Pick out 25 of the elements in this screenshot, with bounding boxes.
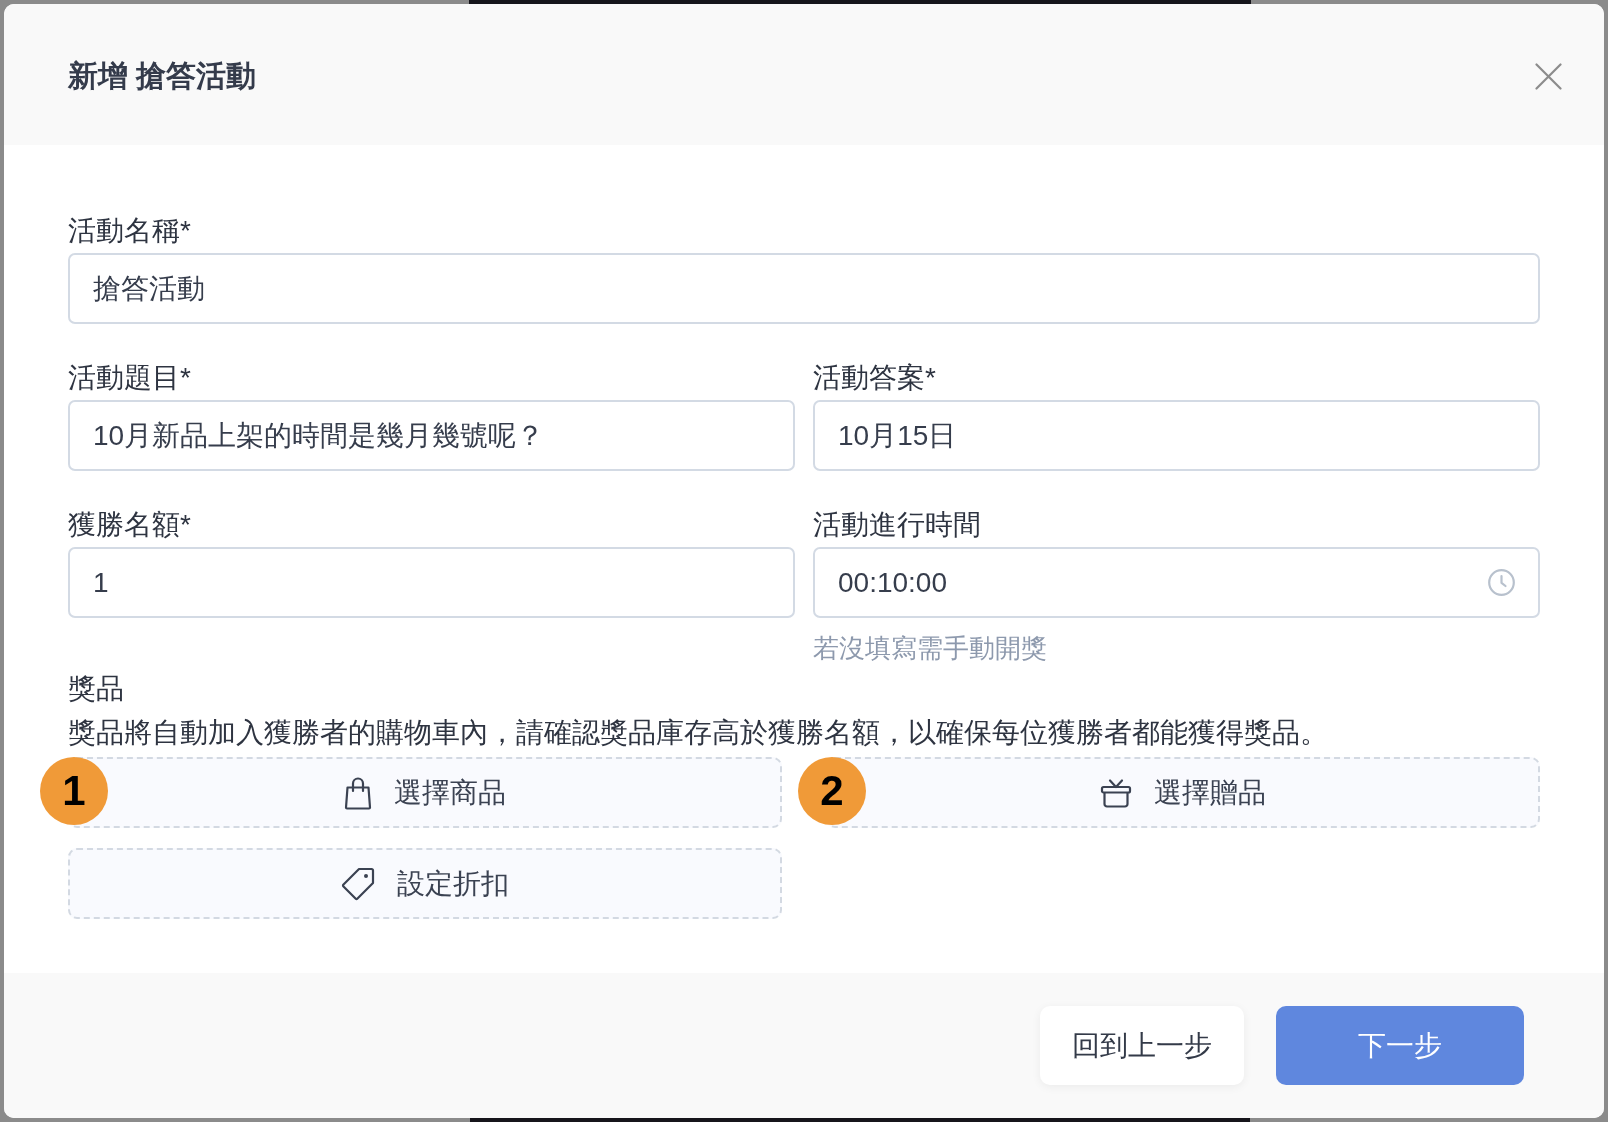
back-button[interactable]: 回到上一步 bbox=[1040, 1006, 1244, 1085]
time-field[interactable]: 00:10:00 bbox=[813, 547, 1540, 618]
set-discount-button[interactable]: 設定折扣 bbox=[68, 848, 782, 919]
field-label: 活動答案* bbox=[813, 361, 937, 395]
tag-icon bbox=[341, 866, 375, 901]
close-icon bbox=[1535, 62, 1562, 90]
step-badge: 2 bbox=[798, 757, 866, 825]
dialog-title: 新增 搶答活動 bbox=[68, 58, 257, 94]
text-field[interactable]: 搶答活動 bbox=[68, 253, 1540, 324]
next-button[interactable]: 下一步 bbox=[1276, 1006, 1524, 1085]
text-field[interactable]: 10月15日 bbox=[813, 400, 1540, 471]
field-label: 活動題目* bbox=[68, 361, 192, 395]
step-badge: 1 bbox=[40, 757, 108, 825]
clock-icon bbox=[1488, 569, 1515, 596]
text-field[interactable]: 1 bbox=[68, 547, 795, 618]
gift-icon bbox=[1100, 777, 1132, 808]
field-hint: 若沒填寫需手動開獎 bbox=[813, 632, 1048, 664]
field-label: 活動名稱* bbox=[68, 214, 192, 248]
field-label: 活動進行時間 bbox=[813, 508, 982, 542]
close-button[interactable] bbox=[1535, 62, 1562, 90]
field-label: 獲勝名額* bbox=[68, 508, 192, 542]
shopping-bag-icon bbox=[344, 775, 372, 810]
text-field[interactable]: 10月新品上架的時間是幾月幾號呢？ bbox=[68, 400, 795, 471]
prize-description: 獎品將自動加入獲勝者的購物車內，請確認獎品庫存高於獲勝名額，以確保每位獲勝者都能獲得獎品。 bbox=[68, 716, 1329, 750]
section-label: 獎品 bbox=[68, 672, 125, 706]
